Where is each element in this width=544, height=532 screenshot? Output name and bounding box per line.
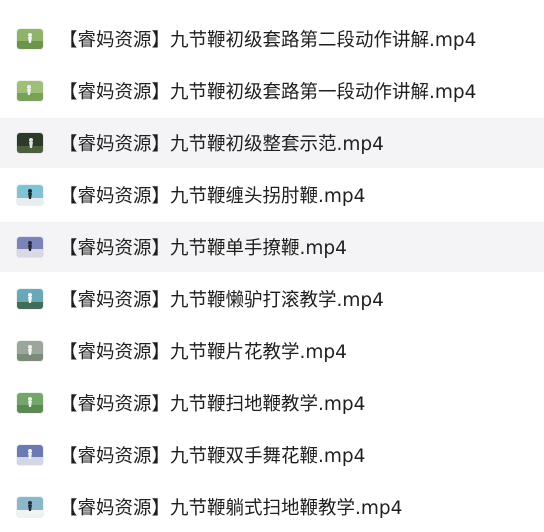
file-name: 【睿妈资源】九节鞭单手撩鞭.mp4 — [59, 238, 347, 259]
file-row[interactable]: 【睿妈资源】九节鞭双手舞花鞭.mp4 — [0, 430, 544, 480]
video-thumbnail-icon — [17, 133, 43, 153]
file-name: 【睿妈资源】九节鞭缠头拐肘鞭.mp4 — [59, 186, 366, 207]
file-row[interactable]: 【睿妈资源】九节鞭片花教学.mp4 — [0, 326, 544, 376]
file-row[interactable]: 【睿妈资源】九节鞭躺式扫地鞭教学.mp4 — [0, 482, 544, 532]
file-row[interactable]: 【睿妈资源】九节鞭初级整套示范.mp4 — [0, 118, 544, 168]
video-thumbnail-icon — [17, 445, 43, 465]
file-row[interactable]: 【睿妈资源】九节鞭懒驴打滚教学.mp4 — [0, 274, 544, 324]
file-row[interactable]: 【睿妈资源】九节鞭单手撩鞭.mp4 — [0, 222, 544, 272]
file-row[interactable]: 【睿妈资源】九节鞭初级套路第一段动作讲解.mp4 — [0, 66, 544, 116]
video-thumbnail-icon — [17, 393, 43, 413]
file-name: 【睿妈资源】九节鞭初级整套示范.mp4 — [59, 134, 384, 155]
video-thumbnail-icon — [17, 185, 43, 205]
video-thumbnail-icon — [17, 289, 43, 309]
file-name: 【睿妈资源】九节鞭初级套路第一段动作讲解.mp4 — [59, 82, 477, 103]
file-row[interactable]: 【睿妈资源】九节鞭初级套路第二段动作讲解.mp4 — [0, 14, 544, 64]
file-name: 【睿妈资源】九节鞭双手舞花鞭.mp4 — [59, 446, 366, 467]
file-name: 【睿妈资源】九节鞭躺式扫地鞭教学.mp4 — [59, 498, 403, 519]
file-row[interactable]: 【睿妈资源】九节鞭扫地鞭教学.mp4 — [0, 378, 544, 428]
video-thumbnail-icon — [17, 497, 43, 517]
video-thumbnail-icon — [17, 341, 43, 361]
file-name: 【睿妈资源】九节鞭懒驴打滚教学.mp4 — [59, 290, 384, 311]
video-thumbnail-icon — [17, 81, 43, 101]
file-row[interactable]: 【睿妈资源】九节鞭缠头拐肘鞭.mp4 — [0, 170, 544, 220]
video-thumbnail-icon — [17, 237, 43, 257]
video-file-list: 【睿妈资源】九节鞭初级套路第二段动作讲解.mp4 【睿妈资源】九节鞭初级套路第一… — [0, 0, 544, 527]
file-name: 【睿妈资源】九节鞭片花教学.mp4 — [59, 342, 347, 363]
video-thumbnail-icon — [17, 29, 43, 49]
file-name: 【睿妈资源】九节鞭扫地鞭教学.mp4 — [59, 394, 366, 415]
file-name: 【睿妈资源】九节鞭初级套路第二段动作讲解.mp4 — [59, 30, 477, 51]
